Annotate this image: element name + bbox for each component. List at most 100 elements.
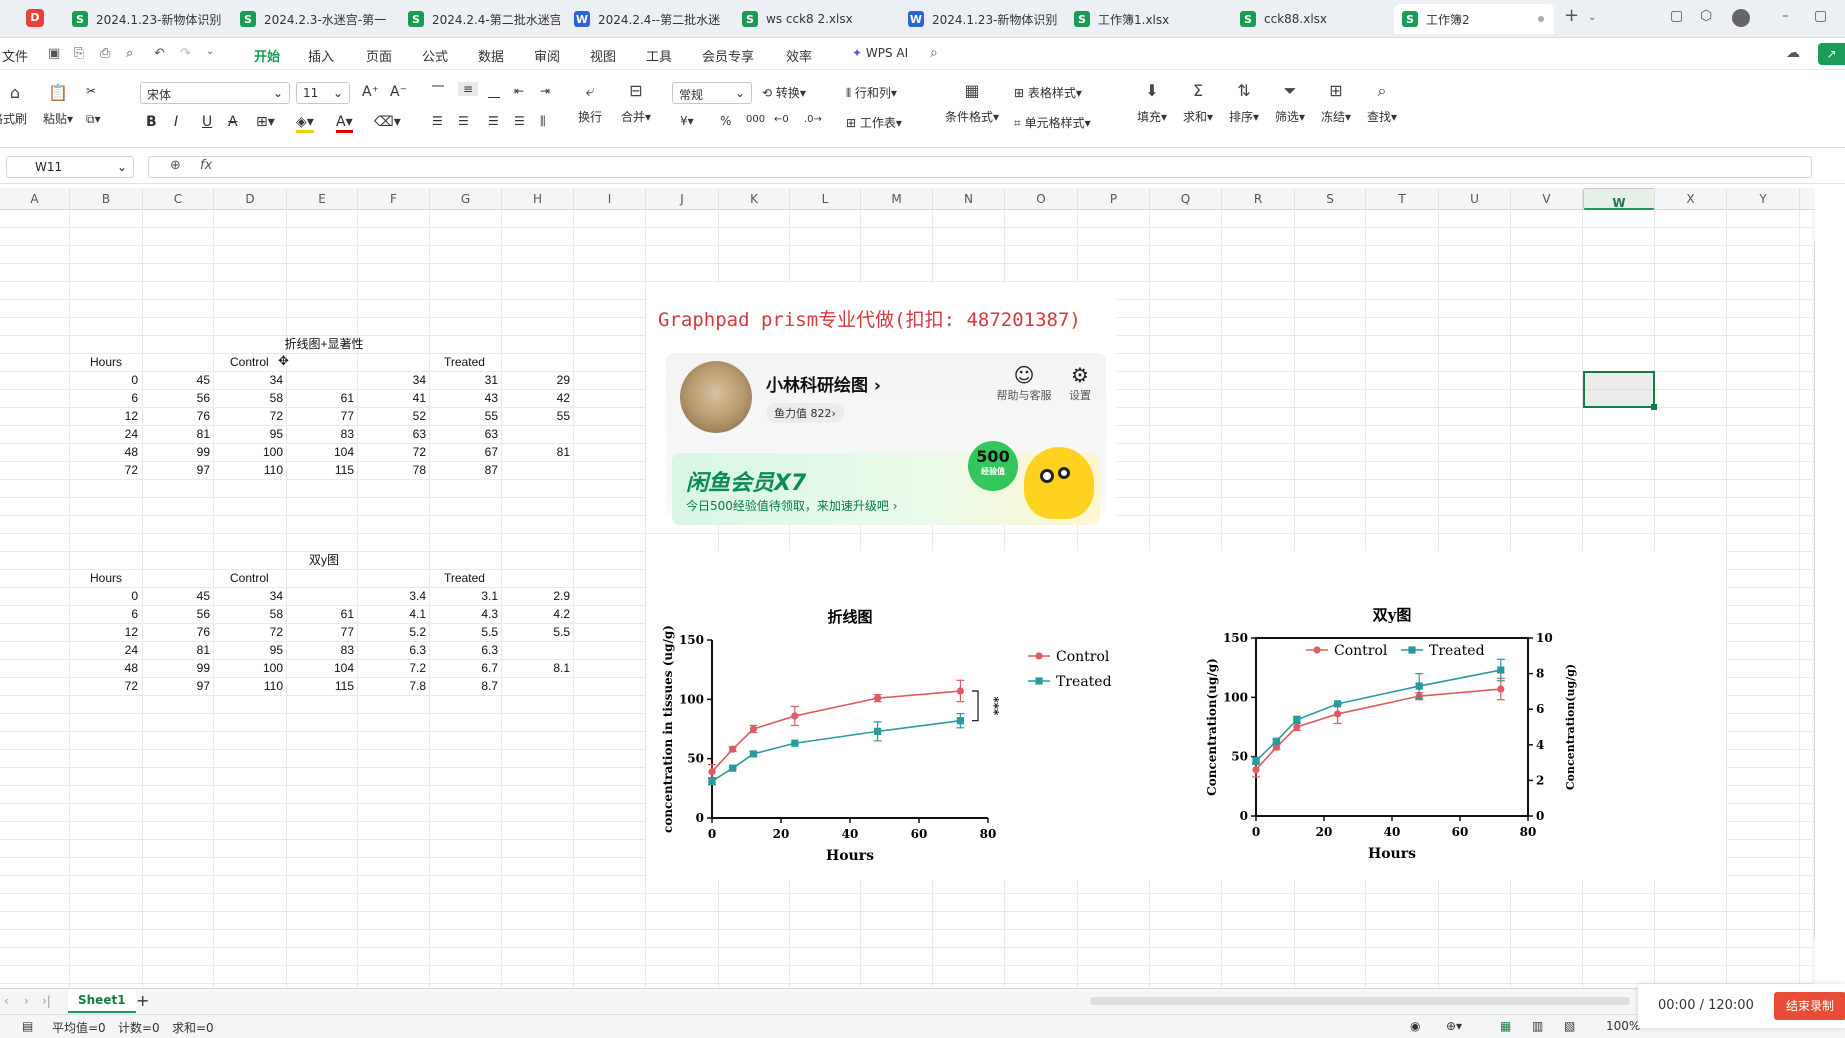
- table1-control-header[interactable]: Control: [230, 353, 269, 371]
- dual-y-chart[interactable]: 双y图 0 20 40 60 80 0 50 100 150 0 2 4 6 8 10 Concentratio…: [1186, 550, 1606, 880]
- column-header[interactable]: O: [1005, 188, 1078, 210]
- line-chart-significance[interactable]: 折线图 0 20 40 60 80 0 50 100 150 Hours concentration …: [646, 550, 1116, 880]
- table-cell[interactable]: 100: [227, 443, 283, 461]
- percent-icon[interactable]: %: [720, 114, 731, 128]
- table-cell[interactable]: 6: [82, 389, 138, 407]
- table-cell[interactable]: 77: [298, 623, 354, 641]
- table-cell[interactable]: 24: [82, 641, 138, 659]
- table-cell[interactable]: 58: [227, 605, 283, 623]
- table-cell[interactable]: 6.3: [442, 641, 498, 659]
- table-style-button[interactable]: ⊞ 表格样式▾: [1014, 84, 1082, 101]
- align-left-icon[interactable]: ☰: [432, 114, 443, 128]
- table-cell[interactable]: 115: [298, 677, 354, 695]
- table-cell[interactable]: 5.5: [442, 623, 498, 641]
- menu-item[interactable]: 页面: [366, 46, 392, 65]
- redo-icon[interactable]: ↷: [180, 46, 191, 61]
- table-cell[interactable]: 77: [298, 407, 354, 425]
- table-cell[interactable]: 87: [442, 461, 498, 479]
- zoom-level[interactable]: 100%: [1606, 1019, 1640, 1033]
- profile-username[interactable]: 小林科研绘图 ›: [766, 371, 881, 396]
- table-cell[interactable]: 42: [514, 389, 570, 407]
- page-layout-icon[interactable]: ▥: [1532, 1019, 1543, 1033]
- fill-handle[interactable]: [1651, 404, 1657, 410]
- table-cell[interactable]: 5.5: [514, 623, 570, 641]
- worksheet-button[interactable]: ⊞ 工作表▾: [846, 114, 902, 131]
- fill-button[interactable]: ⬇ 填充▾: [1134, 82, 1170, 125]
- copy-icon[interactable]: ⧉▾: [86, 112, 101, 127]
- column-header[interactable]: Q: [1150, 188, 1222, 210]
- align-right-icon[interactable]: ☰: [488, 114, 499, 128]
- name-box[interactable]: W11 ⌄: [6, 156, 134, 178]
- table-cell[interactable]: 29: [514, 371, 570, 389]
- new-tab-button[interactable]: +: [1564, 5, 1579, 26]
- table-cell[interactable]: 6: [82, 605, 138, 623]
- settings-button[interactable]: ⚙ 设置: [1060, 363, 1100, 403]
- table-cell[interactable]: 76: [154, 623, 210, 641]
- table-cell[interactable]: 34: [227, 371, 283, 389]
- column-header[interactable]: U: [1439, 188, 1511, 210]
- table-cell[interactable]: [514, 425, 570, 443]
- table-cell[interactable]: 104: [298, 443, 354, 461]
- column-header[interactable]: A: [0, 188, 70, 210]
- table-cell[interactable]: 34: [370, 371, 426, 389]
- table-cell[interactable]: 99: [154, 443, 210, 461]
- promo-image[interactable]: Graphpad prism专业代做(扣扣: 487201387) 小林科研绘图…: [646, 283, 1116, 525]
- column-header[interactable]: G: [430, 188, 502, 210]
- document-tab[interactable]: Sws cck8 2.xlsx: [734, 4, 894, 34]
- table-cell[interactable]: 8.7: [442, 677, 498, 695]
- table-cell[interactable]: 0: [82, 371, 138, 389]
- column-header[interactable]: S: [1295, 188, 1366, 210]
- table2-hours-header[interactable]: Hours: [90, 569, 122, 587]
- normal-view-icon[interactable]: ▦: [1500, 1019, 1511, 1033]
- cube-icon[interactable]: ⬡: [1700, 8, 1712, 24]
- justify-icon[interactable]: ☰: [514, 114, 525, 128]
- table2-treated-header[interactable]: Treated: [444, 569, 485, 587]
- table-cell[interactable]: 72: [227, 623, 283, 641]
- view-settings-icon[interactable]: ⊕▾: [1446, 1019, 1462, 1033]
- formula-input-box[interactable]: [148, 156, 1812, 178]
- decimal-decrease-icon[interactable]: .0→: [804, 114, 822, 125]
- row-col-button[interactable]: ⫴ 行和列▾: [846, 84, 897, 101]
- add-sheet-button[interactable]: +: [136, 991, 149, 1010]
- table-cell[interactable]: 3.1: [442, 587, 498, 605]
- column-header[interactable]: E: [287, 188, 358, 210]
- table-cell[interactable]: 45: [154, 587, 210, 605]
- cut-icon[interactable]: ✂: [86, 84, 96, 98]
- freeze-button[interactable]: ⊞ 冻结▾: [1318, 82, 1354, 125]
- menu-item[interactable]: 数据: [478, 46, 504, 65]
- table-cell[interactable]: 83: [298, 425, 354, 443]
- font-grow-icon[interactable]: A⁺: [362, 84, 379, 100]
- wrap-text-button[interactable]: ⤶ 换行: [578, 82, 602, 125]
- column-header[interactable]: R: [1222, 188, 1295, 210]
- table-cell[interactable]: 6.3: [370, 641, 426, 659]
- avatar[interactable]: [680, 361, 752, 433]
- table-cell[interactable]: 58: [227, 389, 283, 407]
- table-cell[interactable]: 67: [442, 443, 498, 461]
- first-sheet-icon[interactable]: ‹: [4, 994, 9, 1008]
- indent-decrease-icon[interactable]: ⇤: [514, 84, 524, 98]
- sheet-tab-sheet1[interactable]: Sheet1: [68, 989, 136, 1013]
- table-cell[interactable]: 5.2: [370, 623, 426, 641]
- table-cell[interactable]: 76: [154, 407, 210, 425]
- table-cell[interactable]: 104: [298, 659, 354, 677]
- column-header[interactable]: V: [1511, 188, 1583, 210]
- currency-icon[interactable]: ¥▾: [680, 114, 694, 128]
- column-header[interactable]: X: [1655, 188, 1727, 210]
- page-break-icon[interactable]: ▧: [1564, 1019, 1575, 1033]
- table-cell[interactable]: 6.7: [442, 659, 498, 677]
- column-header[interactable]: L: [790, 188, 861, 210]
- stop-recording-button[interactable]: 结束录制: [1774, 992, 1845, 1020]
- sort-button[interactable]: ⇅ 排序▾: [1226, 82, 1262, 125]
- table-cell[interactable]: 3.4: [370, 587, 426, 605]
- merge-button[interactable]: ⊟ 合并▾: [618, 82, 654, 125]
- table-cell[interactable]: 48: [82, 659, 138, 677]
- bold-button[interactable]: B: [146, 114, 157, 130]
- table-cell[interactable]: 56: [154, 389, 210, 407]
- table-cell[interactable]: 12: [82, 623, 138, 641]
- column-header[interactable]: J: [646, 188, 719, 210]
- menu-item[interactable]: 工具: [646, 46, 672, 65]
- table-cell[interactable]: 78: [370, 461, 426, 479]
- eye-icon[interactable]: ◉: [1410, 1019, 1420, 1033]
- indent-increase-icon[interactable]: ⇥: [540, 84, 550, 98]
- menu-item[interactable]: 审阅: [534, 46, 560, 65]
